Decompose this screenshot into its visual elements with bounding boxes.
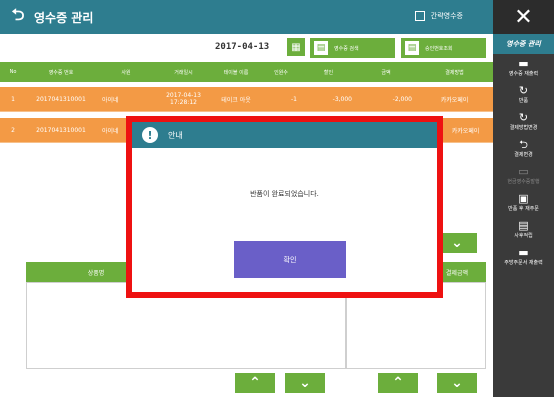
row-staff: 아이네 [102,96,119,104]
row-receipt: 2017041310001 [36,95,86,103]
sidebar-item-cash-receipt[interactable]: ▭ 현금영수증발행 [493,162,554,189]
row-no: 1 [11,95,15,103]
sidebar-item-label: 현금영수증발행 [507,179,540,185]
chevron-down-icon: ⌄ [299,375,311,391]
payment-scroll-up-button[interactable]: ⌃ [378,373,418,393]
row-table: 테이크 아웃 [221,96,251,104]
payment-scroll-down-button[interactable]: ⌄ [437,373,477,393]
sidebar-item-post-points[interactable]: ▤ 사후적립 [493,216,554,243]
document-icon: ▤ [314,41,328,55]
dialog-title-bar: ! 안내 [132,122,437,148]
sidebar-item-label: 주방주문서 재출력 [504,260,543,266]
table-header: 영수증 번호 사원 거래일시 테이블 이름 인원수 할인 금액 결제방법 [26,62,493,82]
row-discount: -3,000 [332,95,352,103]
alert-icon: ! [142,127,158,143]
receipt-search-label: 영수증 검색 [334,45,359,52]
approval-search-button[interactable]: ▤ 승인번호조회 [401,38,486,58]
reorder-icon: ▣ [518,192,529,205]
sidebar-item-label: 반품 [518,98,529,104]
sidebar-item-refund[interactable]: ↻ 반품 [493,81,554,108]
dialog-message: 반품이 완료되었습니다. [250,190,319,198]
dialog-title: 안내 [168,130,183,140]
sidebar-item-reprint[interactable]: ▬ 영수증 재출력 [493,54,554,81]
sidebar-item-payment-change[interactable]: ↻ 결제방법변경 [493,108,554,135]
row-payment: 카카오페이 [451,127,480,135]
calendar-icon: ▦ [291,41,301,53]
checkbox-icon[interactable] [414,11,425,21]
column-header: 인원수 [274,69,288,76]
right-sidebar: ✕ 영수증 관리 ▬ 영수증 재출력 ↻ 반품 ↻ 결제방법변경 ⮌ 결제변경 … [493,0,554,397]
row-time: 17:28:12 [170,99,197,106]
simple-receipt-checkbox[interactable]: 간략영수증 [414,11,463,21]
table-row[interactable]: 1 2017041310001 아이네 2017-04-13 17:28:12 … [0,87,493,112]
sidebar-item-reorder[interactable]: ▣ 반품 후 재주문 [493,189,554,216]
column-header: 사원 [121,69,131,76]
close-icon[interactable]: ✕ [493,0,554,34]
row-amount: -2,000 [392,95,412,103]
sidebar-item-label: 결제변경 [514,152,533,158]
receipt-search-button[interactable]: ▤ 영수증 검색 [310,38,395,58]
header-bar: ⮌ 영수증 관리 간략영수증 [0,0,493,34]
row-no: 2 [11,126,15,134]
page-title: 영수증 관리 [34,10,94,25]
date-display[interactable]: 2017-04-13 [215,42,269,52]
refresh-icon: ↻ [518,84,529,97]
sidebar-item-label: 영수증 재출력 [508,71,539,77]
sidebar-item-settlement-change[interactable]: ⮌ 결제변경 [493,135,554,162]
refresh-icon: ↻ [518,111,529,124]
return-icon: ⮌ [519,138,528,151]
calendar-button[interactable]: ▦ [287,38,305,56]
row-people: -1 [291,95,297,103]
column-header: 영수증 번호 [48,69,74,76]
back-icon[interactable]: ⮌ [8,5,28,27]
row-datetime: 2017-04-13 17:28:12 [156,87,211,111]
sidebar-item-kitchen-reprint[interactable]: ▬ 주방주문서 재출력 [493,243,554,270]
column-header: 할인 [323,69,334,76]
confirm-button[interactable]: 확인 [234,241,346,278]
chevron-down-icon: ⌄ [451,235,463,251]
chevron-up-icon: ⌃ [249,375,261,391]
card-icon: ▬ [518,57,529,70]
card-icon: ▬ [518,246,529,259]
toolbar: 2017-04-13 ▦ ▤ 영수증 검색 ▤ 승인번호조회 [0,34,493,62]
product-scroll-down-button[interactable]: ⌄ [285,373,325,393]
row-receipt: 2017041310001 [36,126,86,134]
sidebar-item-label: 결제방법변경 [509,125,538,131]
document-icon: ▤ [405,41,419,55]
product-scroll-up-button[interactable]: ⌃ [235,373,275,393]
sidebar-title: 영수증 관리 [493,34,554,54]
approval-search-label: 승인번호조회 [425,45,453,52]
column-header-no: No [0,62,26,82]
column-header: 테이블 이름 [223,69,249,76]
notice-dialog: ! 안내 반품이 완료되었습니다. 확인 [126,116,443,298]
row-date: 2017-04-13 [166,92,201,99]
sidebar-item-label: 사후적립 [514,233,533,239]
column-header: 거래일시 [174,69,193,76]
column-header: 결제방법 [445,69,464,76]
list-scroll-down-button[interactable]: ⌄ [437,233,477,253]
sidebar-item-label: 반품 후 재주문 [508,206,539,212]
point-icon: ▤ [518,219,529,232]
row-payment: 카카오페이 [440,96,469,104]
column-header: 금액 [381,69,391,76]
chevron-down-icon: ⌄ [451,375,463,391]
chevron-up-icon: ⌃ [392,375,404,391]
checkbox-label: 간략영수증 [430,12,463,20]
card-icon: ▭ [518,165,529,178]
